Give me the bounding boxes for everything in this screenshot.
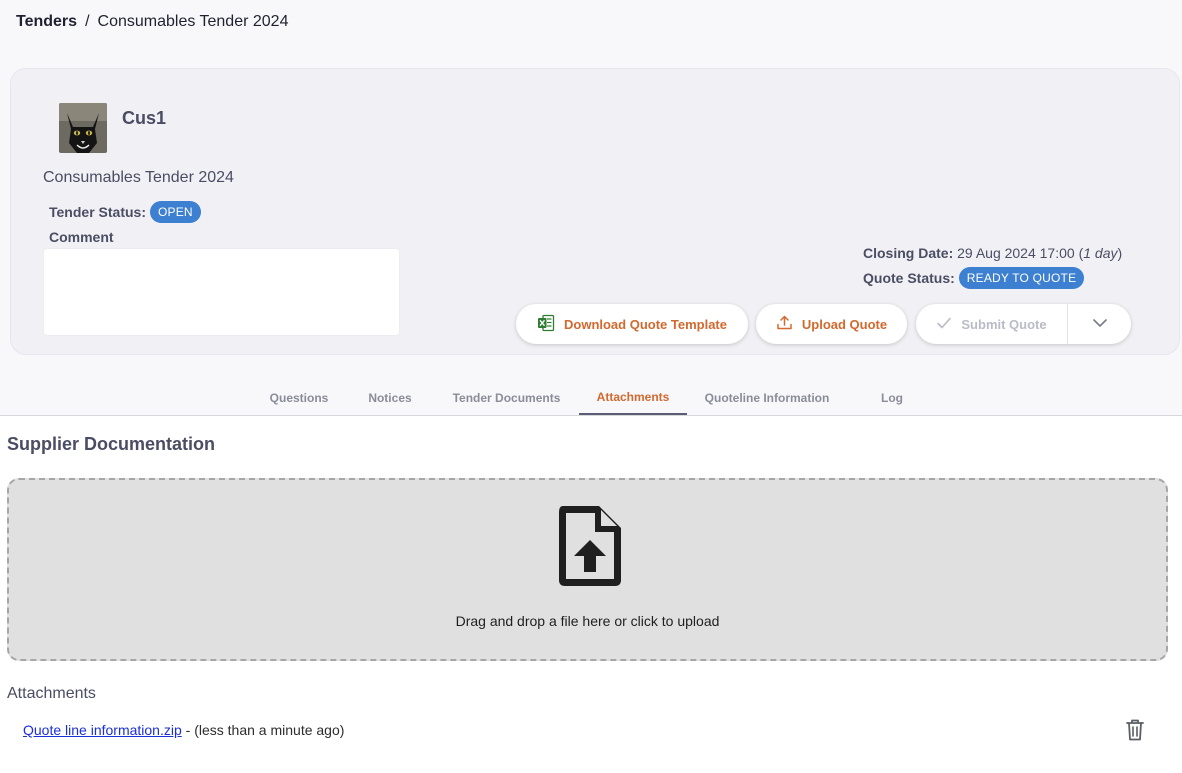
breadcrumb: Tenders / Consumables Tender 2024 bbox=[16, 13, 288, 31]
comment-label: Comment bbox=[49, 229, 114, 245]
tab-quoteline-information[interactable]: Quoteline Information bbox=[697, 381, 837, 415]
tab-questions[interactable]: Questions bbox=[258, 381, 340, 415]
attachment-timestamp: - (less than a minute ago) bbox=[181, 722, 345, 738]
tab-attachments[interactable]: Attachments bbox=[579, 381, 687, 415]
supplier-documentation-title: Supplier Documentation bbox=[7, 434, 216, 454]
check-icon bbox=[936, 316, 952, 333]
chevron-down-icon bbox=[1092, 315, 1108, 333]
tab-notices[interactable]: Notices bbox=[355, 381, 425, 415]
submit-quote-label: Submit Quote bbox=[961, 316, 1047, 332]
tab-tender-documents[interactable]: Tender Documents bbox=[440, 381, 573, 415]
file-dropzone[interactable]: Drag and drop a file here or click to up… bbox=[7, 478, 1168, 661]
quote-status-badge: READY TO QUOTE bbox=[958, 267, 1085, 289]
quote-status-label: Quote Status: bbox=[863, 270, 955, 286]
upload-quote-label: Upload Quote bbox=[801, 316, 888, 332]
list-item: Quote line information.zip - (less than … bbox=[23, 722, 344, 738]
cat-avatar-icon bbox=[59, 103, 107, 153]
closing-date-value: 29 Aug 2024 17:00 bbox=[957, 245, 1075, 261]
closing-date-label: Closing Date: bbox=[863, 245, 954, 261]
closing-date-paren-close: ) bbox=[1117, 245, 1123, 261]
tender-status-badge: OPEN bbox=[149, 201, 201, 223]
closing-date-remaining: 1 day bbox=[1083, 245, 1118, 261]
customer-name: Cus1 bbox=[122, 108, 167, 128]
breadcrumb-tenders-link[interactable]: Tenders bbox=[16, 13, 77, 31]
closing-date-paren-open: ( bbox=[1074, 245, 1084, 261]
attachment-file-link[interactable]: Quote line information.zip bbox=[23, 722, 182, 738]
tender-status-label: Tender Status: bbox=[49, 204, 146, 220]
upload-icon bbox=[776, 314, 793, 334]
download-quote-template-button[interactable]: Download Quote Template bbox=[516, 304, 748, 344]
dropzone-text: Drag and drop a file here or click to up… bbox=[455, 613, 720, 629]
submit-quote-button[interactable]: Submit Quote bbox=[916, 304, 1068, 344]
submit-quote-button-group: Submit Quote bbox=[916, 304, 1131, 344]
trash-icon[interactable] bbox=[1124, 718, 1146, 747]
attachments-panel: Supplier Documentation Drag and drop a f… bbox=[0, 416, 1182, 773]
comment-field[interactable] bbox=[43, 248, 400, 336]
quote-status-row: Quote Status: READY TO QUOTE bbox=[863, 267, 1085, 289]
tab-log[interactable]: Log bbox=[862, 381, 922, 415]
tender-title: Consumables Tender 2024 bbox=[43, 169, 234, 186]
upload-quote-button[interactable]: Upload Quote bbox=[756, 304, 907, 344]
file-upload-icon bbox=[555, 502, 625, 593]
download-quote-template-label: Download Quote Template bbox=[564, 316, 727, 332]
tender-summary-card: Cus1 Consumables Tender 2024 Tender Stat… bbox=[10, 68, 1180, 355]
breadcrumb-separator: / bbox=[85, 13, 90, 30]
excel-file-icon bbox=[537, 314, 555, 335]
attachments-title: Attachments bbox=[7, 685, 96, 702]
breadcrumb-current: Consumables Tender 2024 bbox=[97, 13, 289, 30]
tab-bar: Questions Notices Tender Documents Attac… bbox=[0, 381, 1182, 416]
tender-status-row: Tender Status: OPEN bbox=[49, 201, 201, 223]
submit-options-dropdown[interactable] bbox=[1068, 304, 1131, 344]
closing-date: Closing Date: 29 Aug 2024 17:00 (1 day) bbox=[863, 245, 1122, 261]
